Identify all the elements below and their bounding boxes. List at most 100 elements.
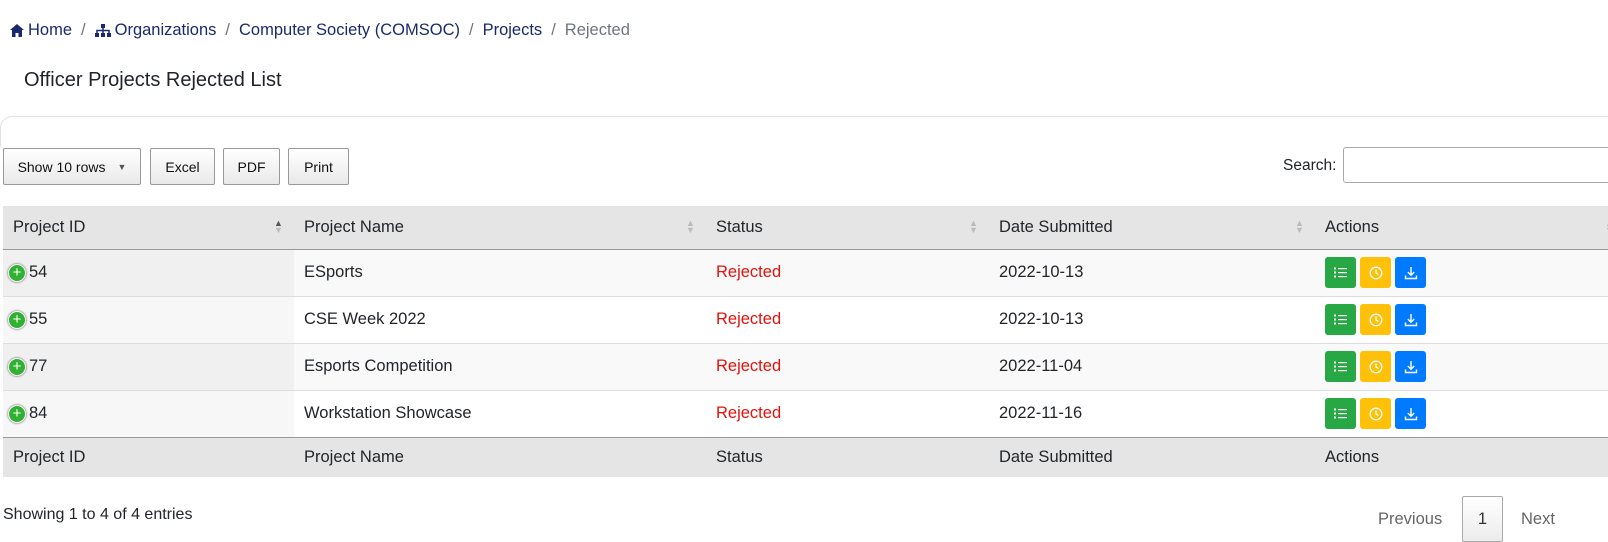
list-icon	[1334, 361, 1347, 372]
table-row: +55 CSE Week 2022 Rejected 2022-10-13	[3, 295, 1608, 343]
cell-actions	[1315, 249, 1608, 296]
cell-project-id: +54	[3, 249, 294, 296]
breadcrumb-home[interactable]: Home	[10, 21, 72, 40]
next-page-button[interactable]: Next	[1521, 496, 1555, 542]
column-header-date-submitted[interactable]: Date Submitted ▲ ▼	[989, 206, 1315, 250]
table-row: +54 ESports Rejected 2022-10-13	[3, 249, 1608, 296]
sort-icon: ▲▼	[1295, 218, 1304, 235]
expand-row-icon[interactable]: +	[8, 404, 26, 423]
column-header-project-id[interactable]: Project ID ▲ ▼	[3, 206, 294, 250]
clock-icon	[1369, 407, 1383, 421]
download-button[interactable]	[1395, 351, 1426, 382]
breadcrumb-current: Rejected	[564, 20, 630, 39]
download-icon	[1404, 407, 1418, 421]
details-button[interactable]	[1325, 398, 1356, 429]
breadcrumb-organizations[interactable]: Organizations	[94, 20, 217, 40]
history-button[interactable]	[1360, 351, 1391, 382]
cell-actions	[1315, 342, 1608, 390]
expand-row-icon[interactable]: +	[8, 310, 26, 329]
breadcrumb: Home / Organizations / Computer Society …	[10, 20, 630, 40]
page-1-button[interactable]: 1	[1462, 496, 1503, 542]
show-rows-label: Show 10 rows	[17, 158, 106, 175]
details-button[interactable]	[1325, 257, 1356, 288]
search-label: Search:	[1283, 157, 1337, 174]
expand-row-icon[interactable]: +	[8, 263, 26, 282]
cell-date-submitted: 2022-10-13	[989, 249, 1315, 296]
clock-icon	[1369, 360, 1383, 374]
download-icon	[1404, 266, 1418, 280]
breadcrumb-separator: /	[225, 20, 231, 39]
show-rows-button[interactable]: Show 10 rows ▼	[3, 148, 141, 185]
excel-button[interactable]: Excel	[150, 148, 215, 185]
cell-project-name: ESports	[294, 249, 706, 296]
column-header-label: Status	[716, 217, 763, 236]
cell-date-submitted: 2022-11-16	[989, 389, 1315, 437]
cell-project-id: +55	[3, 295, 294, 343]
cell-date-submitted: 2022-10-13	[989, 295, 1315, 343]
row-actions	[1325, 304, 1608, 335]
row-actions	[1325, 398, 1608, 429]
cell-status: Rejected	[706, 249, 989, 296]
page-title: Officer Projects Rejected List	[24, 69, 282, 91]
cell-project-name: Esports Competition	[294, 342, 706, 390]
breadcrumb-separator: /	[81, 20, 86, 39]
print-button[interactable]: Print	[288, 148, 349, 185]
table-info: Showing 1 to 4 of 4 entries	[3, 506, 193, 523]
table-row: +84 Workstation Showcase Rejected 2022-11-1…	[3, 389, 1608, 437]
breadcrumb-home-label: Home	[28, 20, 73, 39]
details-button[interactable]	[1325, 304, 1356, 335]
cell-project-id: +77	[3, 342, 294, 390]
list-icon	[1334, 408, 1347, 419]
breadcrumb-organizations-label: Organizations	[114, 20, 217, 39]
column-header-label: Actions	[1325, 217, 1380, 236]
project-id: 54	[29, 263, 48, 281]
list-icon	[1334, 314, 1347, 325]
footer-date-submitted: Date Submitted	[989, 436, 1315, 477]
sort-icon: ▲▼	[274, 218, 283, 235]
table-header-row: Project ID ▲ ▼ Project Name ▲ ▼ Status ▲ ▼ Dat…	[3, 206, 1608, 250]
cell-status: Rejected	[706, 342, 989, 390]
footer-project-name: Project Name	[294, 436, 706, 477]
card-border	[0, 116, 1608, 147]
cell-date-submitted: 2022-11-04	[989, 342, 1315, 390]
history-button[interactable]	[1360, 398, 1391, 429]
footer-status: Status	[706, 436, 989, 477]
history-button[interactable]	[1360, 257, 1391, 288]
column-header-project-name[interactable]: Project Name ▲ ▼	[294, 206, 706, 250]
table-footer-row: Project ID Project Name Status Date Subm…	[3, 436, 1608, 477]
table-row: +77 Esports Competition Rejected 2022-11-04	[3, 342, 1608, 390]
project-id: 77	[29, 357, 48, 375]
previous-page-button[interactable]: Previous	[1378, 496, 1442, 542]
cell-actions	[1315, 389, 1608, 437]
cell-status: Rejected	[706, 295, 989, 343]
caret-down-icon: ▼	[117, 161, 127, 172]
footer-project-id: Project ID	[3, 436, 294, 477]
pdf-button[interactable]: PDF	[223, 148, 280, 185]
breadcrumb-separator: /	[551, 20, 556, 39]
project-id: 55	[29, 310, 48, 328]
column-header-label: Date Submitted	[999, 217, 1113, 236]
download-button[interactable]	[1395, 257, 1426, 288]
download-button[interactable]	[1395, 398, 1426, 429]
cell-actions	[1315, 295, 1608, 343]
search-input[interactable]	[1343, 147, 1608, 183]
footer-actions: Actions	[1315, 436, 1608, 477]
history-button[interactable]	[1360, 304, 1391, 335]
sitemap-icon	[94, 23, 111, 37]
clock-icon	[1369, 266, 1383, 280]
breadcrumb-projects[interactable]: Projects	[483, 21, 543, 40]
cell-project-name: Workstation Showcase	[294, 389, 706, 437]
row-actions	[1325, 257, 1608, 288]
expand-row-icon[interactable]: +	[8, 357, 26, 376]
column-header-status[interactable]: Status ▲ ▼	[706, 206, 989, 250]
column-header-actions[interactable]: Actions▲▼	[1315, 206, 1608, 250]
home-icon	[10, 23, 24, 37]
cell-project-name: CSE Week 2022	[294, 295, 706, 343]
details-button[interactable]	[1325, 351, 1356, 382]
breadcrumb-organization[interactable]: Computer Society (COMSOC)	[239, 21, 460, 40]
column-header-label: Project ID	[13, 217, 86, 236]
projects-table: Project ID ▲ ▼ Project Name ▲ ▼ Status ▲ ▼ Dat…	[3, 206, 1608, 477]
cell-project-id: +84	[3, 389, 294, 437]
table-body: +54 ESports Rejected 2022-10-13 +55 CSE Week …	[3, 249, 1608, 437]
download-button[interactable]	[1395, 304, 1426, 335]
